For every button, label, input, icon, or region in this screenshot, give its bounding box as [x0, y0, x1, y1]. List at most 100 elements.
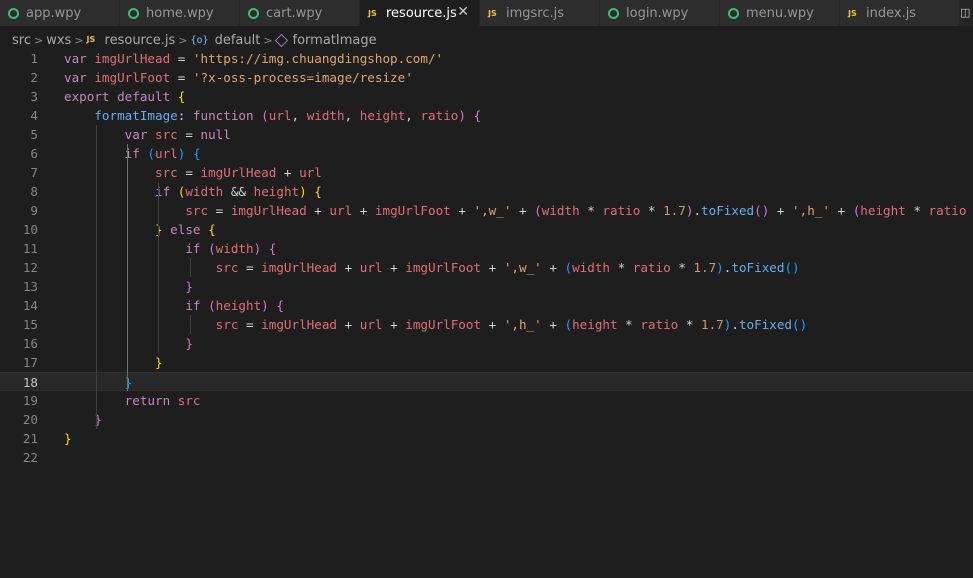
code-token: = — [170, 51, 193, 66]
breadcrumb: src > wxs > JS resource.js > {o} default > formatI… — [0, 29, 377, 51]
code-line[interactable]: 9 src = imgUrlHead + url + imgUrlFoot + … — [0, 201, 973, 220]
line-number: 2 — [30, 70, 38, 85]
breadcrumb-item[interactable]: wxs — [46, 33, 71, 48]
code-line[interactable]: 21} — [0, 429, 973, 448]
code-line[interactable]: 3 export default { — [0, 87, 973, 106]
code-line[interactable]: 17 } — [0, 353, 973, 372]
code-token: { — [276, 298, 284, 313]
wpy-icon — [608, 7, 619, 19]
code-line[interactable]: 13 } — [0, 277, 973, 296]
code-token: src — [215, 260, 239, 275]
wpy-icon — [248, 7, 259, 19]
code-token: ',w_' — [473, 203, 512, 218]
code-token: ) — [716, 260, 724, 275]
code-line[interactable]: 10 } else { — [0, 220, 973, 239]
code-line[interactable]: 11 if (width) { — [0, 239, 973, 258]
code-line[interactable]: 14 if (height) { — [0, 296, 973, 315]
tab-label: login.wpy — [626, 5, 689, 21]
code-token: () — [754, 203, 770, 218]
code-token: ) — [261, 298, 269, 313]
line-number: 5 — [30, 127, 38, 142]
code-token: imgUrlFoot — [405, 260, 482, 275]
code-token: + — [829, 203, 853, 218]
code-token: height — [572, 317, 618, 332]
code-line[interactable]: 1 var imgUrlHead = 'https://img.chuangdin… — [0, 49, 973, 68]
code-line[interactable]: 22 — [0, 448, 973, 467]
breadcrumb-item[interactable]: JS resource.js — [87, 33, 176, 48]
code-line[interactable]: 8 if (width && height) { — [0, 182, 973, 201]
code-token: width — [572, 260, 610, 275]
code-line[interactable]: 16 } — [0, 334, 973, 353]
code-text: var src = null — [64, 125, 231, 144]
split-editor-icon[interactable]: ◫ — [960, 0, 973, 26]
code-token: url — [155, 146, 178, 161]
code-token: ) — [299, 184, 307, 199]
code-token: 1.7 — [693, 260, 717, 275]
code-token: ) — [458, 108, 466, 123]
code-token: imgUrlFoot — [405, 317, 482, 332]
code-editor[interactable]: 22 21} 20 } 19 return src 18 } 17 } 16 } 15 src… — [0, 49, 973, 578]
line-number: 21 — [22, 431, 38, 446]
code-text: src = imgUrlHead + url + imgUrlFoot + ',… — [64, 315, 808, 334]
code-line[interactable]: 19 return src — [0, 391, 973, 410]
code-line[interactable]: 20 } — [0, 410, 973, 429]
code-line[interactable]: 4 formatImage: function (url, width, hei… — [0, 106, 973, 125]
line-number: 16 — [22, 336, 38, 351]
code-token: + — [336, 260, 360, 275]
code-token: if — [185, 241, 209, 256]
code-token: src — [215, 317, 239, 332]
breadcrumb-separator: > — [74, 33, 84, 47]
code-token: * — [905, 203, 929, 218]
breadcrumb-item[interactable]: formatImage — [274, 33, 377, 48]
tab-label: menu.wpy — [746, 5, 814, 21]
tab-app-wpy[interactable]: app.wpy — [0, 0, 120, 26]
code-token: * — [670, 260, 694, 275]
code-token: && — [223, 184, 254, 199]
code-line[interactable]: 18 } — [0, 372, 973, 391]
line-number: 1 — [30, 51, 38, 66]
code-line[interactable]: 15 src = imgUrlHead + url + imgUrlFoot +… — [0, 315, 973, 334]
code-line[interactable]: 12 src = imgUrlHead + url + imgUrlFoot +… — [0, 258, 973, 277]
tab-imgsrc-js[interactable]: JS imgsrc.js — [480, 0, 600, 26]
line-number: 6 — [30, 146, 38, 161]
code-token: ratio — [640, 317, 679, 332]
code-token: imgUrlHead — [261, 317, 337, 332]
tab-cart-wpy[interactable]: cart.wpy — [240, 0, 360, 26]
code-line[interactable]: 2 var imgUrlFoot = '?x-oss-process=image/… — [0, 68, 973, 87]
code-line[interactable]: 6 if (url) { — [0, 144, 973, 163]
breadcrumb-item[interactable]: {o} default — [191, 33, 261, 48]
breadcrumb-separator: > — [178, 33, 188, 47]
code-token: if — [185, 298, 209, 313]
breadcrumb-label: resource.js — [104, 32, 176, 48]
breadcrumb-item[interactable]: src — [12, 33, 31, 48]
js-icon: JS — [86, 35, 96, 44]
line-number: 9 — [30, 203, 38, 218]
code-token: toFixed — [738, 317, 793, 332]
tab-home-wpy[interactable]: home.wpy — [120, 0, 240, 26]
tab-resource-js[interactable]: JS resource.js ✕ — [360, 0, 480, 26]
code-token: + — [511, 203, 535, 218]
code-token: ratio — [602, 203, 641, 218]
code-token: if — [124, 146, 148, 161]
code-token: height — [253, 184, 300, 199]
tab-menu-wpy[interactable]: menu.wpy — [720, 0, 840, 26]
tab-index-js[interactable]: JS index.js — [840, 0, 960, 26]
line-number: 11 — [22, 241, 38, 256]
code-token: ( — [564, 260, 573, 275]
code-token: , — [291, 108, 307, 123]
code-line[interactable]: 7 src = imgUrlHead + url — [0, 163, 973, 182]
close-icon[interactable]: ✕ — [457, 5, 469, 19]
tab-label: resource.js — [386, 5, 457, 21]
tab-login-wpy[interactable]: login.wpy — [600, 0, 720, 26]
line-number: 13 — [22, 279, 38, 294]
code-line[interactable]: 5 var src = null — [0, 125, 973, 144]
code-token: } — [64, 431, 72, 446]
code-token: ( — [208, 298, 216, 313]
